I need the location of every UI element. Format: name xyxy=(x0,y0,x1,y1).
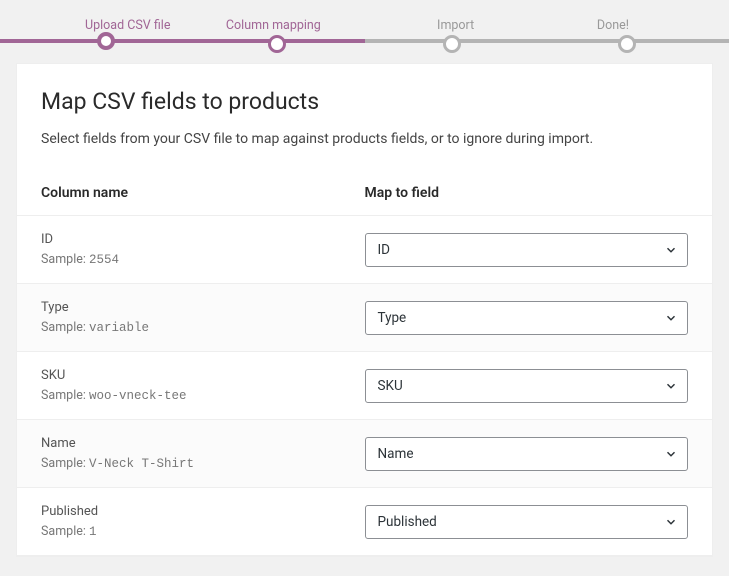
progress-dot-mapping xyxy=(268,35,286,53)
map-field-select[interactable]: Type xyxy=(365,301,689,335)
field-name: Published xyxy=(41,504,365,519)
field-name: Type xyxy=(41,300,365,315)
sample-label: Sample: xyxy=(41,320,86,335)
mapping-table: Column name Map to field ID Sample: 2554… xyxy=(17,171,712,556)
mapping-card: Map CSV fields to products Select fields… xyxy=(16,63,713,557)
field-name: SKU xyxy=(41,368,365,383)
field-sample: Sample: V-Neck T-Shirt xyxy=(41,456,365,471)
sample-value: 1 xyxy=(89,525,97,539)
page-subtitle: Select fields from your CSV file to map … xyxy=(41,131,688,147)
column-name-header: Column name xyxy=(41,185,365,201)
step-mapping[interactable]: Column mapping xyxy=(212,18,364,33)
sample-label: Sample: xyxy=(41,524,86,539)
map-field-select[interactable]: Name xyxy=(365,437,689,471)
page-title: Map CSV fields to products xyxy=(41,88,688,115)
field-name: ID xyxy=(41,232,365,247)
field-sample: Sample: 1 xyxy=(41,524,365,539)
progress-dot-import xyxy=(443,35,461,53)
sample-label: Sample: xyxy=(41,456,86,471)
step-upload[interactable]: Upload CSV file xyxy=(60,18,212,33)
table-row: Published Sample: 1 Published xyxy=(17,488,712,556)
field-sample: Sample: woo-vneck-tee xyxy=(41,388,365,403)
table-header: Column name Map to field xyxy=(17,171,712,216)
progress-dot-done xyxy=(618,35,636,53)
sample-label: Sample: xyxy=(41,252,86,267)
sample-label: Sample: xyxy=(41,388,86,403)
progress-bar-fill xyxy=(0,39,365,43)
field-sample: Sample: variable xyxy=(41,320,365,335)
field-name: Name xyxy=(41,436,365,451)
sample-value: variable xyxy=(89,321,149,335)
progress-dot-upload xyxy=(97,32,115,50)
table-row: ID Sample: 2554 ID xyxy=(17,216,712,284)
map-to-field-header: Map to field xyxy=(365,185,689,201)
progress-wizard: Upload CSV file Column mapping Import Do… xyxy=(0,0,729,43)
field-sample: Sample: 2554 xyxy=(41,252,365,267)
table-row: SKU Sample: woo-vneck-tee SKU xyxy=(17,352,712,420)
step-import: Import xyxy=(365,18,517,33)
map-field-select[interactable]: SKU xyxy=(365,369,689,403)
sample-value: woo-vneck-tee xyxy=(89,389,187,403)
sample-value: V-Neck T-Shirt xyxy=(89,457,194,471)
table-row: Type Sample: variable Type xyxy=(17,284,712,352)
table-row: Name Sample: V-Neck T-Shirt Name xyxy=(17,420,712,488)
map-field-select[interactable]: Published xyxy=(365,505,689,539)
progress-bar xyxy=(0,39,729,43)
sample-value: 2554 xyxy=(89,253,119,267)
step-done: Done! xyxy=(517,18,669,33)
map-field-select[interactable]: ID xyxy=(365,233,689,267)
